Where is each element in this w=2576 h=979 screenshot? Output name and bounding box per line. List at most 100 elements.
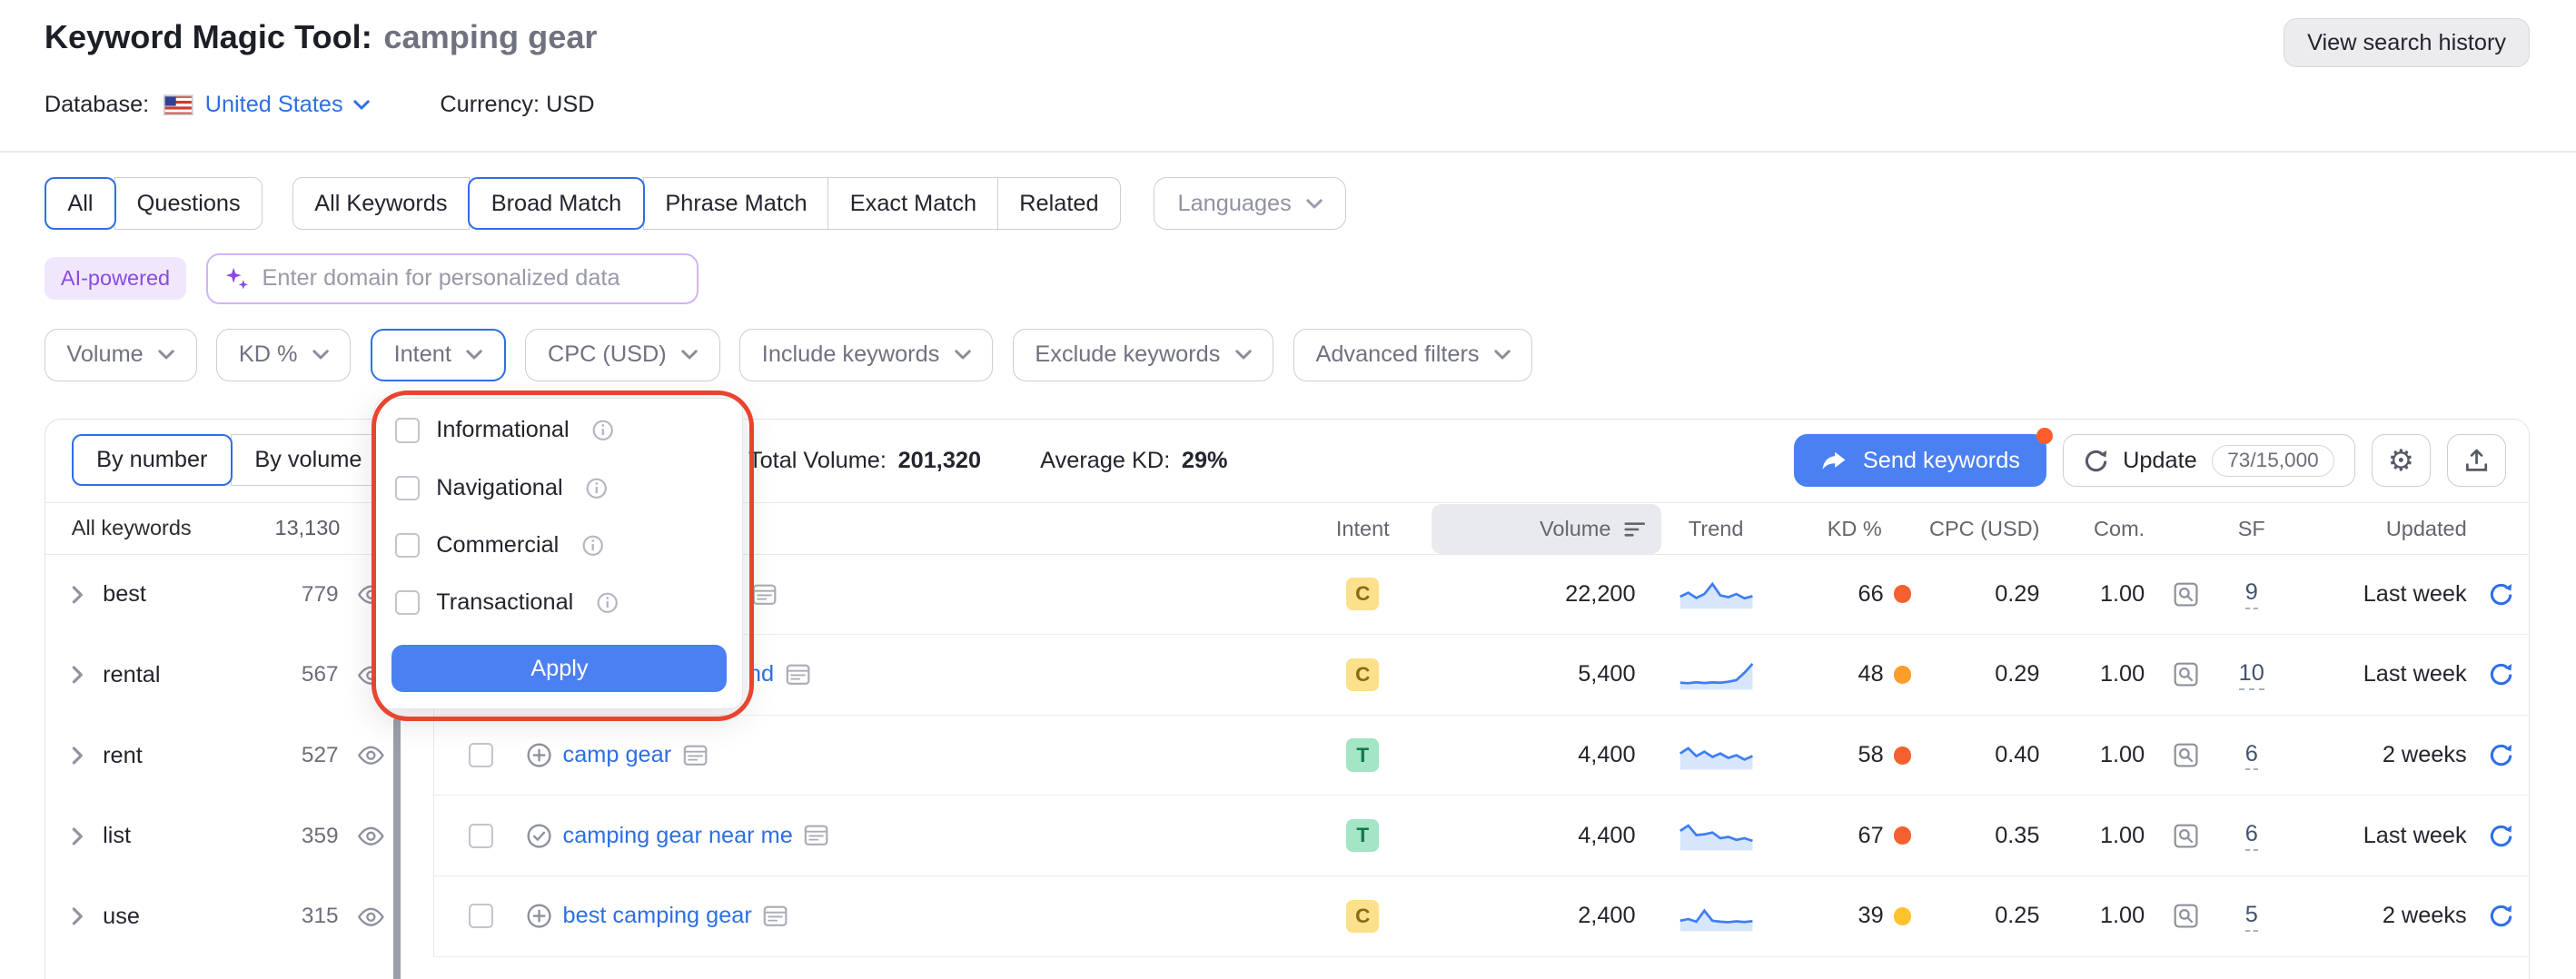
- sf-link[interactable]: 6: [2245, 820, 2258, 851]
- average-kd-label: Average KD:: [1040, 448, 1170, 474]
- volume-value: 5,400: [1429, 661, 1659, 687]
- serp-features-icon[interactable]: [763, 905, 788, 927]
- updated-value: Last week: [2283, 661, 2473, 687]
- view-search-history-button[interactable]: View search history: [2284, 18, 2531, 67]
- database-select[interactable]: United States: [205, 92, 370, 118]
- add-keyword-icon[interactable]: [527, 904, 551, 928]
- column-header-intent[interactable]: Intent: [1297, 517, 1429, 541]
- serp-features-icon[interactable]: [786, 664, 810, 686]
- com-value: 1.00: [2053, 661, 2152, 687]
- chevron-down-icon: [955, 350, 971, 360]
- filter-kd[interactable]: KD %: [216, 329, 351, 381]
- domain-input[interactable]: [263, 265, 681, 292]
- keyword-link[interactable]: nd: [748, 661, 774, 687]
- table-row: nd C 5,400 48 0.29 1.00 10 Last week: [434, 635, 2529, 716]
- serp-analysis-icon[interactable]: [2174, 904, 2198, 928]
- page-header: Keyword Magic Tool:camping gear View sea…: [45, 0, 2531, 118]
- eye-icon[interactable]: [357, 826, 385, 847]
- serp-analysis-icon[interactable]: [2174, 582, 2198, 607]
- updated-value: 2 weeks: [2283, 742, 2473, 768]
- sf-link[interactable]: 10: [2239, 659, 2264, 690]
- apply-button[interactable]: Apply: [391, 645, 727, 692]
- tab-phrase-match[interactable]: Phrase Match: [643, 177, 829, 230]
- eye-icon[interactable]: [357, 745, 385, 766]
- keyword-link[interactable]: camping gear near me: [563, 823, 793, 849]
- serp-analysis-icon[interactable]: [2174, 743, 2198, 767]
- sidebar-scrollbar[interactable]: [393, 717, 400, 979]
- currency-value: USD: [546, 92, 594, 117]
- table-row: C 22,200 66 0.29 1.00 9 Last week: [434, 555, 2529, 636]
- informational-checkbox[interactable]: [395, 418, 420, 442]
- sf-link[interactable]: 6: [2245, 740, 2258, 771]
- row-checkbox[interactable]: [469, 824, 493, 848]
- refresh-row-icon[interactable]: [2489, 904, 2513, 928]
- toolbar-actions: Send keywords Update 73/15,000 ⚙: [1794, 434, 2506, 487]
- serp-analysis-icon[interactable]: [2174, 662, 2198, 687]
- filter-exclude-keywords[interactable]: Exclude keywords: [1013, 329, 1273, 381]
- refresh-row-icon[interactable]: [2489, 662, 2513, 687]
- row-checkbox[interactable]: [469, 743, 493, 767]
- row-checkbox[interactable]: [469, 904, 493, 928]
- total-volume-label: Total Volume:: [748, 448, 887, 474]
- tab-all-keywords[interactable]: All Keywords: [292, 177, 470, 230]
- tab-related[interactable]: Related: [997, 177, 1121, 230]
- transactional-checkbox[interactable]: [395, 590, 420, 615]
- filter-advanced[interactable]: Advanced filters: [1293, 329, 1532, 381]
- info-icon: [592, 420, 614, 441]
- languages-dropdown[interactable]: Languages: [1154, 177, 1346, 230]
- column-header-updated[interactable]: Updated: [2283, 517, 2473, 541]
- group-row-list[interactable]: list 359: [45, 796, 434, 876]
- by-number-toggle[interactable]: By number: [72, 434, 233, 485]
- sf-link[interactable]: 5: [2245, 901, 2258, 932]
- filter-include-keywords[interactable]: Include keywords: [739, 329, 993, 381]
- column-header-sf[interactable]: SF: [2220, 517, 2283, 541]
- in-list-check-icon[interactable]: [527, 824, 551, 848]
- send-keywords-button[interactable]: Send keywords: [1794, 434, 2046, 487]
- filter-intent[interactable]: Intent: [371, 329, 506, 381]
- refresh-row-icon[interactable]: [2489, 743, 2513, 767]
- sf-link[interactable]: 9: [2245, 578, 2258, 609]
- tab-exact-match[interactable]: Exact Match: [827, 177, 998, 230]
- keyword-link[interactable]: best camping gear: [563, 903, 752, 929]
- refresh-row-icon[interactable]: [2489, 824, 2513, 848]
- serp-analysis-icon[interactable]: [2174, 824, 2198, 848]
- header-divider: [0, 151, 2576, 153]
- info-icon: [582, 535, 604, 557]
- export-button[interactable]: [2447, 434, 2506, 487]
- settings-button[interactable]: ⚙: [2372, 434, 2431, 487]
- tab-all[interactable]: All: [45, 177, 116, 230]
- match-type-tabs: All Questions All Keywords Broad Match P…: [45, 177, 1347, 230]
- serp-features-icon[interactable]: [804, 825, 828, 846]
- column-header-kd[interactable]: KD %: [1773, 517, 1921, 541]
- filter-volume[interactable]: Volume: [45, 329, 197, 381]
- keyword-link[interactable]: camp gear: [563, 742, 672, 768]
- summary-stats: Total Volume:201,320 Average KD:29%: [748, 420, 1228, 501]
- tab-broad-match[interactable]: Broad Match: [468, 177, 645, 230]
- column-header-trend[interactable]: Trend: [1659, 517, 1774, 541]
- eye-icon[interactable]: [357, 906, 385, 928]
- tab-questions[interactable]: Questions: [114, 177, 263, 230]
- chevron-right-icon: [72, 827, 84, 846]
- column-header-volume[interactable]: Volume: [1432, 504, 1661, 553]
- serp-features-icon[interactable]: [683, 745, 708, 766]
- filter-cpc[interactable]: CPC (USD): [525, 329, 719, 381]
- update-button[interactable]: Update 73/15,000: [2063, 434, 2355, 487]
- chevron-down-icon: [1494, 350, 1511, 360]
- commercial-checkbox[interactable]: [395, 533, 420, 558]
- intent-option-transactional[interactable]: Transactional: [375, 574, 741, 631]
- by-volume-toggle[interactable]: By volume: [231, 434, 386, 485]
- column-header-cpc[interactable]: CPC (USD): [1921, 517, 2053, 541]
- intent-option-commercial[interactable]: Commercial: [375, 517, 741, 574]
- intent-option-navigational[interactable]: Navigational: [375, 460, 741, 517]
- refresh-row-icon[interactable]: [2489, 582, 2513, 607]
- navigational-checkbox[interactable]: [395, 476, 420, 500]
- column-header-com[interactable]: Com.: [2053, 517, 2152, 541]
- add-keyword-icon[interactable]: [527, 743, 551, 767]
- us-flag-icon: [163, 94, 193, 116]
- kd-dot: [1894, 747, 1912, 765]
- intent-option-informational[interactable]: Informational: [375, 401, 741, 459]
- serp-features-icon[interactable]: [752, 584, 777, 606]
- group-row-use[interactable]: use 315: [45, 876, 434, 957]
- keyword-magic-tool-page: Keyword Magic Tool:camping gear View sea…: [0, 0, 2576, 979]
- group-row-rent[interactable]: rent 527: [45, 716, 434, 796]
